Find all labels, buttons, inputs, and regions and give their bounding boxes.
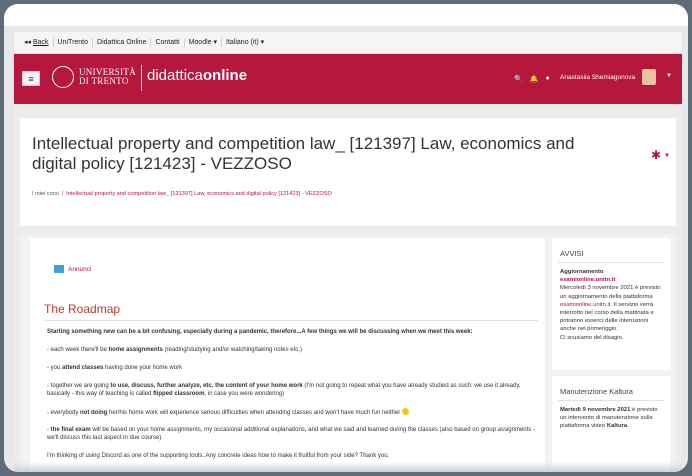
breadcrumb: I miei corsi / Intellectual property and c…	[32, 191, 332, 197]
back-link[interactable]: ◂◂ Back	[20, 38, 54, 47]
avvisi-link2[interactable]: esamionline.unitn.it	[560, 302, 610, 308]
p4-a: - everybody	[47, 410, 81, 416]
nav-contatti[interactable]: Contatti	[151, 38, 185, 47]
browser-screen: ◂◂ Back UniTrento Didattica Online Conta…	[14, 32, 682, 472]
nav-unitrento[interactable]: UniTrento	[54, 38, 94, 47]
roadmap-point-1: - each week there'll be home assignments…	[47, 346, 541, 354]
hamburger-icon: ≡	[28, 73, 34, 84]
kaltura-title: Manutenzione Kaltura	[560, 387, 633, 396]
p3-b: to use, discuss, further analyze, etc. t…	[110, 383, 303, 389]
top-bar	[4, 4, 688, 26]
p1-c: (reading/studying and/or watching/taking…	[162, 347, 302, 353]
avvisi-heading: Aggiornamento	[560, 269, 604, 275]
nav-language[interactable]: Italiano (it) ▾	[222, 38, 268, 47]
avvisi-block: AVVISI Aggiornamento esamionline.unitn.i…	[552, 238, 670, 370]
roadmap-closing: I'm thinking of using Discord as one of …	[47, 453, 390, 459]
brand-light: didattica	[147, 67, 203, 84]
brand-bold: online	[202, 67, 248, 84]
top-navigation: ◂◂ Back UniTrento Didattica Online Conta…	[14, 32, 682, 54]
course-content: Annunci The Roadmap Starting something n…	[30, 238, 545, 472]
announcements-link[interactable]: Annunci	[68, 266, 92, 273]
avvisi-title: AVVISI	[560, 249, 584, 258]
logo-divider	[141, 65, 142, 91]
kaltura-block: Manutenzione Kaltura Martedì 9 novembre …	[552, 376, 670, 472]
breadcrumb-home[interactable]: I miei corsi	[32, 191, 59, 197]
forum-icon	[54, 265, 64, 273]
p2-b: attend classes	[62, 365, 104, 371]
avatar[interactable]	[642, 69, 656, 85]
p2-c: having done your home work	[103, 365, 183, 371]
chevron-down-icon[interactable]: ▼	[664, 153, 670, 159]
roadmap-point-3: - together we are going to use, discuss,…	[47, 382, 541, 398]
nav-language-label: Italiano (it)	[226, 39, 259, 46]
menu-toggle-button[interactable]: ≡	[22, 71, 40, 86]
p3-a: - together we are going	[47, 383, 111, 389]
p3-e: , in case you were wondering)	[204, 391, 285, 398]
kaltura-body: Martedì 9 novembre 2021 è previsto un in…	[560, 406, 664, 431]
user-name[interactable]: Anastasiia Shemiagonova	[560, 74, 635, 81]
p5-c: will be based on your home assignments, …	[47, 427, 535, 442]
roadmap-point-5: - the final exam will be based on your h…	[47, 426, 541, 442]
bell-icon[interactable]: 🔔	[530, 75, 539, 83]
kaltura-date: Martedì 9 novembre 2021	[560, 407, 631, 413]
avvisi-body: Aggiornamento esamionline.unitn.it Merco…	[560, 268, 664, 342]
section-title: The Roadmap	[44, 302, 121, 316]
p3-d: flipped classroom	[153, 391, 205, 398]
uni-line2: DI TRENTO	[79, 76, 129, 86]
university-logo[interactable]: UNIVERSITÀ DI TRENTO	[79, 68, 136, 86]
smiley-icon	[401, 408, 409, 415]
nav-moodle-label: Moodle	[188, 39, 212, 46]
header-icons: 🔍 🔔 ●	[514, 75, 550, 83]
university-seal-icon	[52, 66, 74, 88]
breadcrumb-course[interactable]: Intellectual property and competition la…	[66, 191, 332, 197]
avvisi-divider	[558, 262, 664, 263]
main-area: Annunci The Roadmap Starting something n…	[20, 234, 676, 472]
page-title: Intellectual property and competition la…	[32, 134, 575, 173]
roadmap-point-2: - you attend classes having done your ho…	[47, 364, 541, 372]
nav-moodle[interactable]: Moodle ▾	[185, 38, 223, 47]
course-header-card: Intellectual property and competition la…	[20, 118, 676, 226]
roadmap-point-4: - everybody not doing her/his home work …	[47, 408, 541, 417]
roadmap-intro: Starting something new can be a bit conf…	[47, 329, 473, 335]
avvisi-link[interactable]: esamionline.unitn.it	[560, 277, 615, 283]
p1-b: home assignments	[108, 347, 163, 353]
section-divider	[44, 320, 538, 321]
site-header: ≡ UNIVERSITÀ DI TRENTO didatticaonline 🔍…	[14, 54, 682, 104]
gear-icon[interactable]: ✱	[651, 148, 661, 162]
brand-logo[interactable]: didatticaonline	[147, 67, 247, 84]
avvisi-text1: Mercoledì 3 novembre 2021 è previsto un …	[560, 285, 661, 300]
kaltura-tail: .	[627, 423, 629, 430]
kaltura-divider	[558, 400, 664, 401]
p2-a: - you	[47, 365, 63, 371]
search-icon[interactable]: 🔍	[514, 75, 523, 83]
avvisi-text3: Ci scusiamo del disagio.	[560, 334, 624, 341]
chat-icon[interactable]: ●	[545, 75, 549, 83]
kaltura-bold: Kaltura	[606, 423, 628, 430]
p5-b: the final exam	[50, 427, 91, 433]
p1-a: - each week there'll be	[47, 347, 109, 353]
window-frame: ◂◂ Back UniTrento Didattica Online Conta…	[4, 4, 688, 472]
bottom-fade	[14, 462, 682, 472]
p4-c: her/his home work will experience seriou…	[107, 410, 402, 416]
user-menu-caret-icon[interactable]: ▼	[666, 73, 672, 79]
nav-didattica-online[interactable]: Didattica Online	[93, 38, 152, 47]
p4-b: not doing	[80, 410, 108, 416]
